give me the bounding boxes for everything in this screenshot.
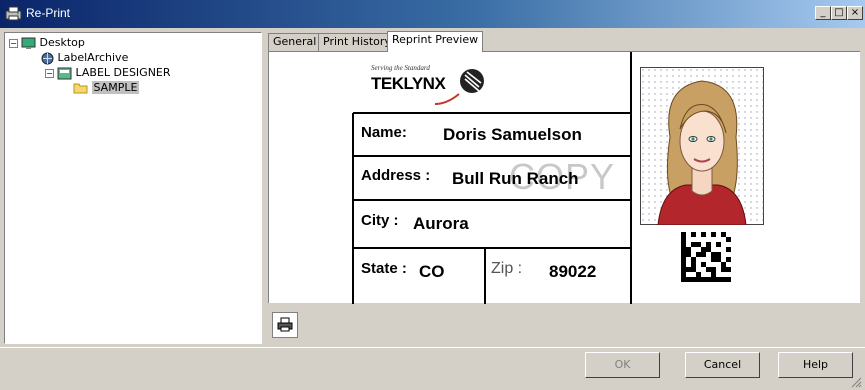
address-value: Bull Run Ranch [452,169,579,188]
cancel-button[interactable]: Cancel [685,352,760,378]
state-value: CO [419,262,445,281]
zip-value: 89022 [549,262,597,281]
desktop-icon [21,37,36,49]
reprint-preview-pane: Serving the Standard TEKLYNX COPY Name: … [268,51,860,304]
ok-button[interactable]: OK [585,352,660,378]
tab-general[interactable]: General [268,33,322,51]
tree-item-label: Desktop [39,36,85,49]
zip-label: Zip : [491,260,523,277]
state-label: State : [361,260,407,277]
help-button[interactable]: Help [778,352,853,378]
datamatrix-barcode [681,232,731,282]
logo-tagline: Serving the Standard [371,64,430,72]
tree-item-label: LABEL DESIGNER [75,66,171,79]
designer-icon [57,67,72,79]
window-title: Re-Print [26,6,71,20]
collapse-designer-icon[interactable]: − [45,69,54,78]
tree-item-label: LabelArchive [57,51,129,64]
tree-item-labelarchive[interactable]: LabelArchive [41,51,128,65]
minimize-button[interactable]: _ [815,6,831,20]
folder-icon [73,83,88,94]
name-label: Name: [361,124,407,141]
teklynx-logo: Serving the Standard TEKLYNX [367,60,497,106]
tree-item-label: SAMPLE [91,81,140,94]
maximize-button[interactable]: □ [831,6,847,20]
city-label: City : [361,212,399,229]
name-value: Doris Samuelson [443,125,582,144]
tree-item-label-designer[interactable]: LABEL DESIGNER [57,66,171,80]
city-value: Aurora [413,214,469,233]
separator [0,347,865,348]
portrait-photo [640,67,764,225]
printer-icon [277,317,293,332]
tree-item-sample[interactable]: SAMPLE [73,81,140,95]
resize-grip-icon[interactable] [850,376,862,388]
print-button[interactable] [272,312,298,338]
reprint-app-icon [5,6,22,21]
logo-wordmark: TEKLYNX [371,74,446,93]
tab-reprint-preview[interactable]: Reprint Preview [387,31,484,52]
tab-print-history[interactable]: Print History [318,33,396,51]
folder-tree[interactable]: − Desktop LabelArchive − LABEL DESIGNER … [4,32,262,344]
archive-globe-icon [41,52,54,64]
title-bar: Re-Print _ □ × [0,0,865,28]
collapse-desktop-icon[interactable]: − [9,39,18,48]
close-button[interactable]: × [847,6,863,20]
tree-item-desktop[interactable]: Desktop [21,36,85,50]
address-label: Address : [361,167,431,184]
logo-swoosh-icon [434,93,460,105]
